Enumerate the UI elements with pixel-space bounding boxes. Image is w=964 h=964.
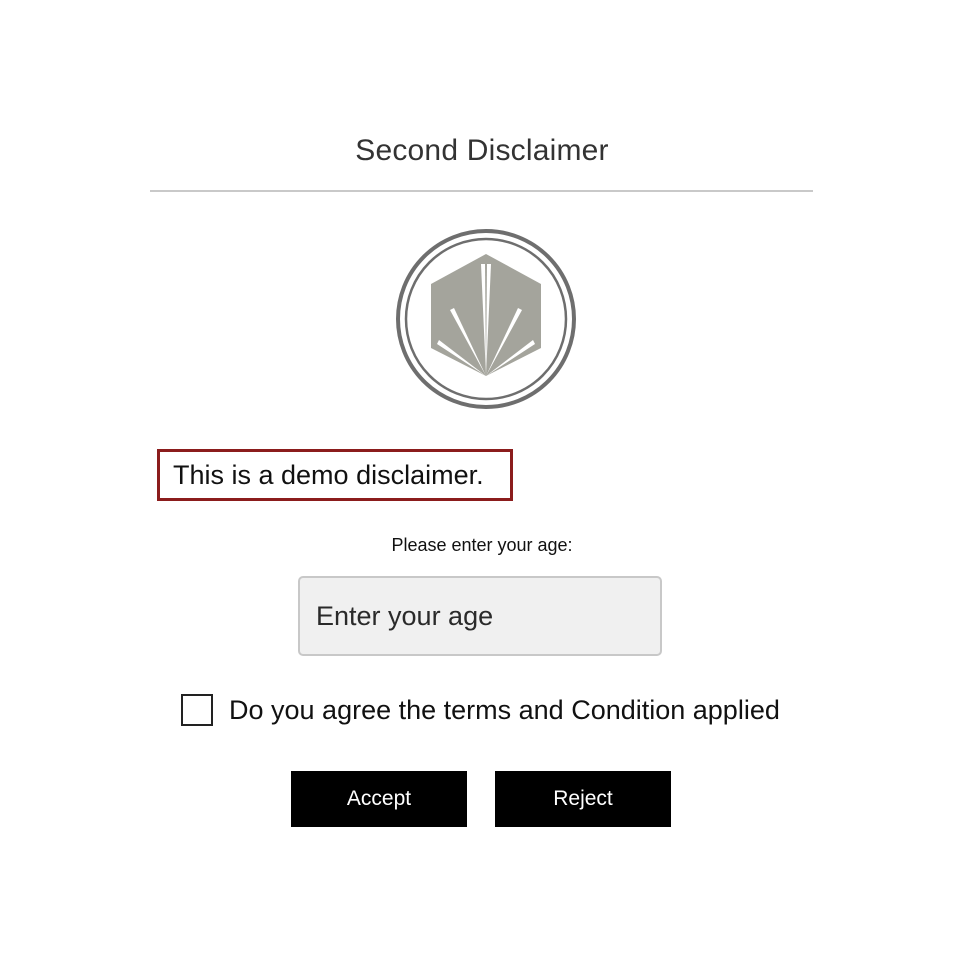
terms-label: Do you agree the terms and Condition app… xyxy=(229,694,780,725)
age-label: Please enter your age: xyxy=(391,535,573,555)
reject-button[interactable]: Reject xyxy=(495,771,671,827)
dialog-title: Second Disclaimer xyxy=(355,134,609,167)
terms-checkbox[interactable] xyxy=(181,694,213,726)
terms-row: Do you agree the terms and Condition app… xyxy=(181,690,780,730)
disclaimer-box: This is a demo disclaimer. xyxy=(157,449,513,501)
disclaimer-text: This is a demo disclaimer. xyxy=(173,459,484,490)
disclaimer-dialog: Second Disclaimer This is a demo disclai… xyxy=(0,0,964,964)
age-input[interactable] xyxy=(298,576,662,656)
hexagon-leaf-logo-icon xyxy=(393,226,579,412)
title-divider xyxy=(150,190,813,192)
accept-button[interactable]: Accept xyxy=(291,771,467,827)
